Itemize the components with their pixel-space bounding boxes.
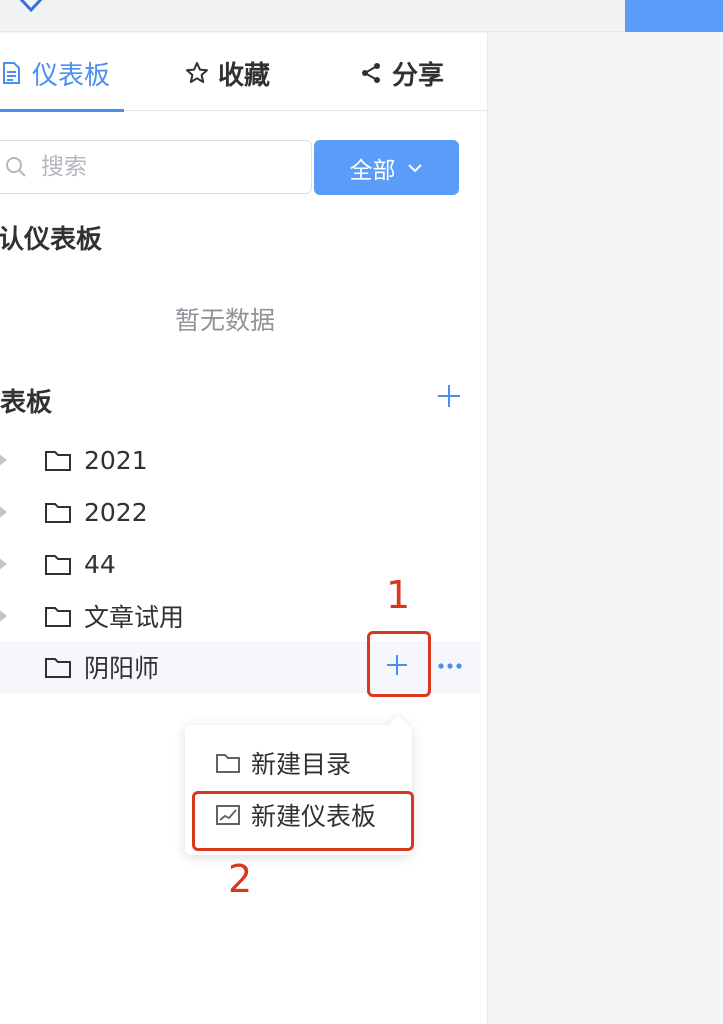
default-dashboard-title: 默认仪表板 <box>0 225 103 255</box>
tree-item-label: 2022 <box>84 497 148 527</box>
document-icon <box>0 60 24 86</box>
tree-item-label: 文章试用 <box>84 603 185 632</box>
caret-right-icon[interactable] <box>0 453 8 467</box>
tree-item-label: 2021 <box>84 445 148 475</box>
tree-item-label: 阴阳师 <box>84 654 160 683</box>
new-folder-label: 新建目录 <box>251 750 352 779</box>
empty-state-text: 暂无数据 <box>175 306 276 335</box>
top-action-button[interactable] <box>625 0 723 32</box>
dashboard-section-title: 仪表板 <box>0 388 53 418</box>
app-logo-icon[interactable] <box>14 0 48 12</box>
folder-icon <box>45 658 71 678</box>
tree-item[interactable]: 2021 <box>0 434 480 486</box>
tab-share[interactable]: 分享 <box>358 53 444 93</box>
annotation-box-2 <box>192 791 414 851</box>
folder-icon <box>45 555 71 575</box>
tab-favorites-label: 收藏 <box>218 60 271 91</box>
folder-icon <box>45 451 71 471</box>
star-icon <box>184 60 210 86</box>
new-folder-menu-item[interactable]: 新建目录 <box>185 736 412 790</box>
tree-item[interactable]: 2022 <box>0 486 480 538</box>
more-icon[interactable] <box>437 656 463 676</box>
search-icon <box>6 157 26 177</box>
annotation-number-1: 1 <box>386 573 411 617</box>
annotation-number-2: 2 <box>228 857 253 901</box>
tab-dashboard-label: 仪表板 <box>32 60 111 91</box>
sidebar: 仪表板 收藏 分享 全部 默认仪表板 暂无数据 仪表板 2021 <box>0 33 488 1024</box>
tree-item-label: 44 <box>84 549 116 579</box>
annotation-box-1 <box>367 631 431 697</box>
search-box <box>0 140 312 194</box>
top-bar <box>0 0 723 32</box>
share-icon <box>358 60 384 86</box>
tab-favorites[interactable]: 收藏 <box>184 53 270 93</box>
folder-icon <box>45 607 71 627</box>
caret-right-icon[interactable] <box>0 505 8 519</box>
popover-arrow <box>388 715 408 735</box>
add-dashboard-icon[interactable] <box>435 382 463 410</box>
filter-label: 全部 <box>349 157 396 184</box>
folder-icon <box>45 503 71 523</box>
caret-right-icon[interactable] <box>0 609 8 623</box>
sidebar-tabs: 仪表板 收藏 分享 <box>0 33 488 112</box>
tab-dashboard[interactable]: 仪表板 <box>0 53 110 93</box>
search-input[interactable] <box>41 154 281 180</box>
chevron-down-icon <box>407 163 422 172</box>
caret-right-icon[interactable] <box>0 557 8 571</box>
filter-dropdown-button[interactable]: 全部 <box>314 140 459 195</box>
main-content-area <box>489 33 723 1024</box>
tab-share-label: 分享 <box>392 60 445 91</box>
active-tab-indicator <box>0 109 124 112</box>
folder-icon <box>216 754 240 773</box>
